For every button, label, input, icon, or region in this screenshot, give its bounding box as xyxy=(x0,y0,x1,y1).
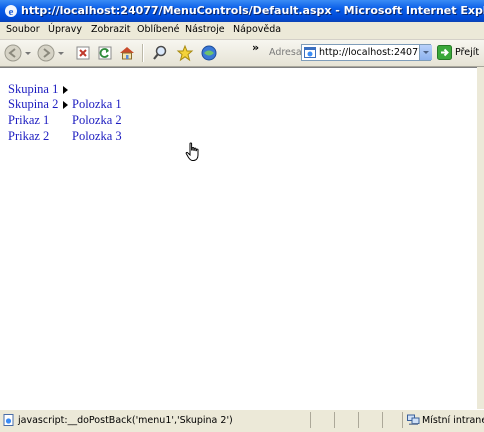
hand-cursor-icon xyxy=(185,142,199,161)
window-titlebar: e http://localhost:24077/MenuControls/De… xyxy=(0,0,484,22)
status-pane xyxy=(382,412,383,428)
window-title: http://localhost:24077/MenuControls/Defa… xyxy=(21,4,484,17)
status-pane xyxy=(310,412,311,428)
address-value: http://localhost:24077/M xyxy=(319,47,431,58)
back-dropdown-icon[interactable] xyxy=(24,44,32,62)
menu-item-skupina-1[interactable]: Skupina 1 xyxy=(8,82,58,97)
go-arrow-icon[interactable] xyxy=(437,45,452,60)
submenu-item-polozka-3[interactable]: Polozka 3 xyxy=(72,129,122,144)
menu-nastroje[interactable]: Nástroje xyxy=(185,24,225,35)
address-input[interactable]: http://localhost:24077/M xyxy=(301,44,431,61)
ie-logo-icon: e xyxy=(5,5,17,18)
security-zone[interactable]: Místní intranet xyxy=(402,412,484,428)
toolbar-separator xyxy=(142,44,144,62)
submenu-arrow-icon xyxy=(63,101,68,109)
submenu-item-polozka-2[interactable]: Polozka 2 xyxy=(72,113,122,128)
page-status-icon xyxy=(3,414,14,426)
search-icon[interactable] xyxy=(151,44,169,62)
svg-text:e: e xyxy=(9,6,14,18)
menu-oblibene[interactable]: Oblíbené xyxy=(137,24,180,35)
address-dropdown-icon[interactable] xyxy=(419,45,432,60)
menu-item-skupina-2[interactable]: Skupina 2 xyxy=(8,97,58,112)
menu-bar: Soubor Úpravy Zobrazit Oblíbené Nástroje… xyxy=(0,22,484,40)
status-text: javascript:__doPostBack('menu1','Skupina… xyxy=(18,415,233,426)
menu-napoveda[interactable]: Nápověda xyxy=(233,24,281,35)
menu-zobrazit[interactable]: Zobrazit xyxy=(91,24,130,35)
back-icon[interactable] xyxy=(4,44,22,62)
status-pane xyxy=(358,412,359,428)
media-icon[interactable] xyxy=(200,44,218,62)
refresh-icon[interactable] xyxy=(96,44,114,62)
security-zone-label: Místní intranet xyxy=(422,415,484,426)
status-bar: javascript:__doPostBack('menu1','Skupina… xyxy=(0,409,484,432)
favorites-icon[interactable] xyxy=(176,44,194,62)
menu-soubor[interactable]: Soubor xyxy=(6,24,40,35)
forward-icon[interactable] xyxy=(37,44,55,62)
address-label: Adresa xyxy=(269,47,302,58)
home-icon[interactable] xyxy=(118,44,136,62)
submenu-arrow-icon xyxy=(63,86,68,94)
status-pane xyxy=(334,412,335,428)
submenu-item-polozka-1[interactable]: Polozka 1 xyxy=(72,97,122,112)
forward-dropdown-icon[interactable] xyxy=(57,44,65,62)
menu-upravy[interactable]: Úpravy xyxy=(48,24,82,35)
page-icon xyxy=(304,47,316,58)
menu-item-prikaz-2[interactable]: Prikaz 2 xyxy=(8,129,49,144)
scrollbar-area[interactable] xyxy=(477,67,484,409)
intranet-icon xyxy=(407,414,420,425)
go-button[interactable]: Přejít xyxy=(455,47,479,58)
toolbar-chevron[interactable]: » xyxy=(252,41,259,54)
stop-icon[interactable] xyxy=(74,44,92,62)
menu-item-prikaz-1[interactable]: Prikaz 1 xyxy=(8,113,49,128)
